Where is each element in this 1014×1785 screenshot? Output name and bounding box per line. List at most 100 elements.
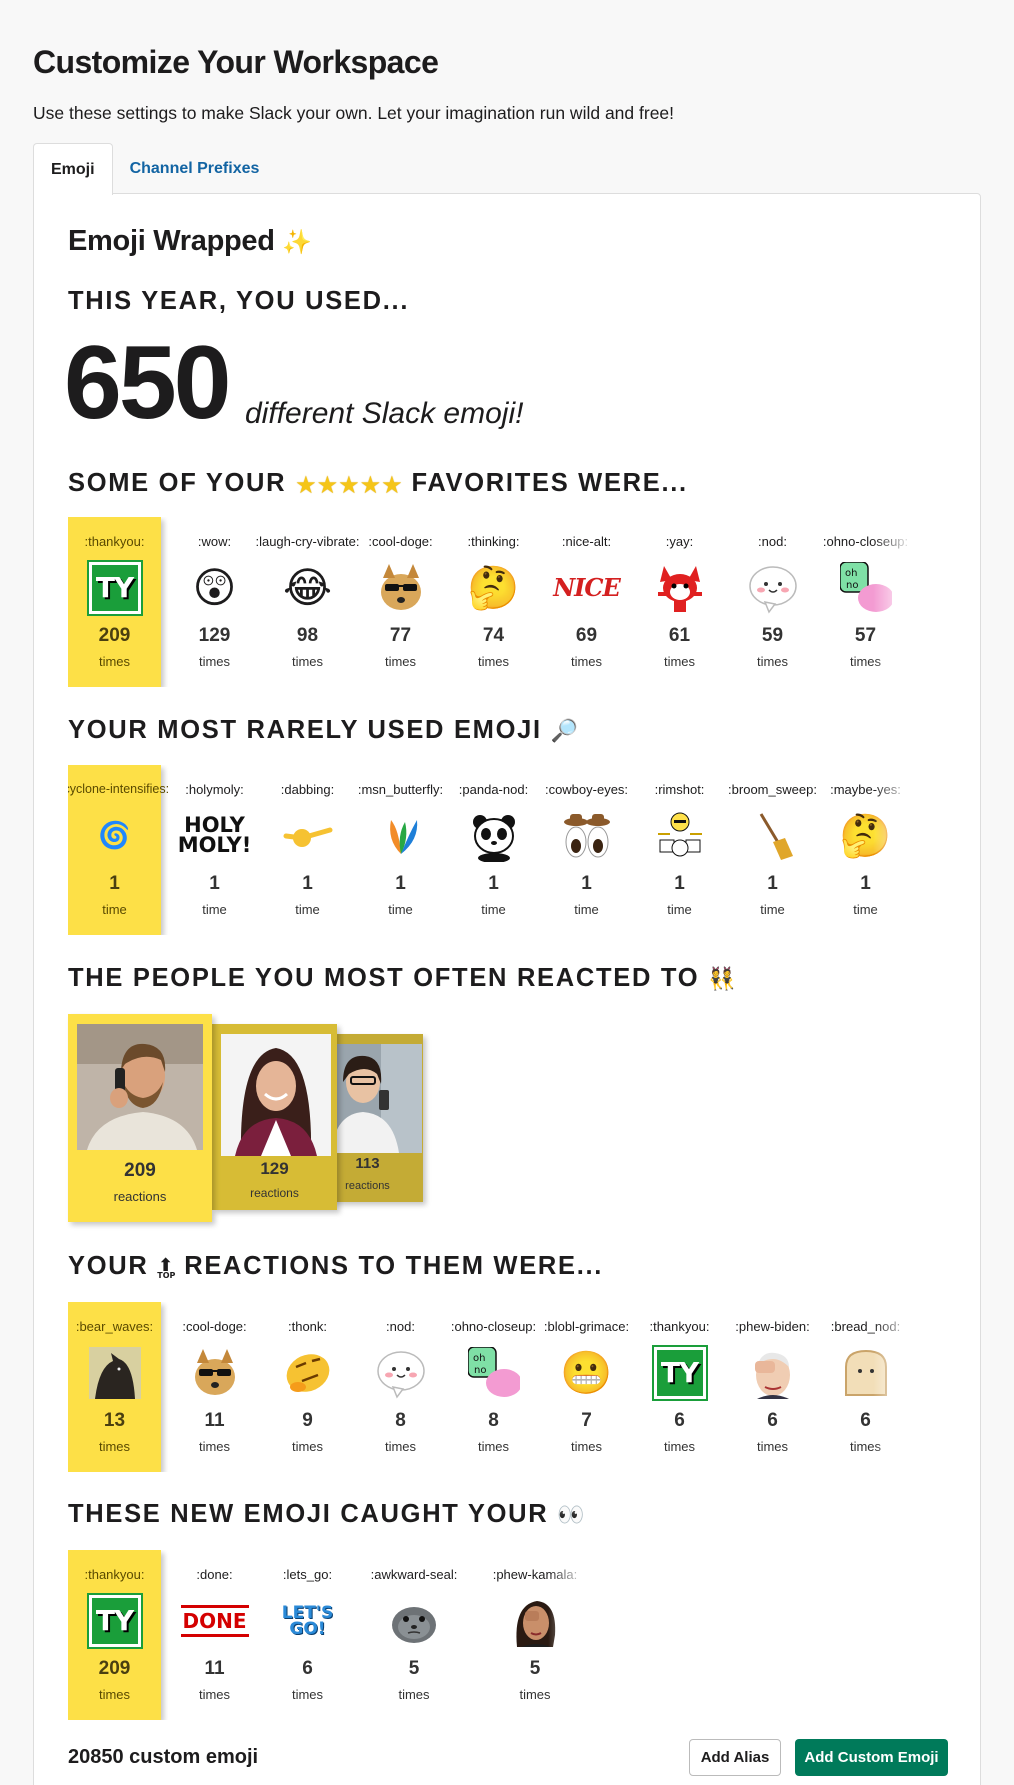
- person-card-1[interactable]: 209 reactions: [68, 1014, 212, 1222]
- emoji-unit: times: [291, 1687, 324, 1702]
- emoji-count: 129: [198, 625, 231, 646]
- new-emoji-card-awkward-seal[interactable]: :awkward-seal: 5 times: [354, 1550, 474, 1720]
- favorites-heading-after: FAVORITES WERE...: [411, 469, 688, 497]
- favorite-card-laugh-cry-vibrate[interactable]: :laugh-cry-vibrate: 😂 98 times: [255, 517, 359, 687]
- emoji-name: :cyclone-intensifies:: [68, 782, 170, 796]
- drummer-icon: [653, 809, 707, 863]
- ohno-closeup-icon: oh no: [839, 561, 893, 615]
- emoji-unit: times: [756, 1439, 789, 1454]
- favorite-card-wow[interactable]: :wow: 😲 129 times: [168, 517, 261, 687]
- emoji-unit: times: [198, 1687, 231, 1702]
- add-custom-emoji-button[interactable]: Add Custom Emoji: [795, 1739, 948, 1776]
- rare-card-broom-sweep[interactable]: :broom_sweep: 1 time: [726, 765, 819, 935]
- rare-card-msn-butterfly[interactable]: :msn_butterfly: 1 time: [354, 765, 447, 935]
- emoji-name: :ohno-closeup:: [822, 534, 909, 549]
- thonk-face-icon: [281, 1346, 335, 1400]
- used-heading: THIS YEAR, YOU USED...: [68, 287, 410, 315]
- emoji-count: 209: [98, 1658, 131, 1679]
- emoji-unit: time: [388, 902, 413, 917]
- emoji-count: 6: [860, 1410, 871, 1431]
- favorites-row: :thankyou: TY 209 times :wow: 😲 129 time…: [68, 517, 913, 687]
- emoji-unit: time: [102, 902, 127, 917]
- dabbing-face-icon: [281, 809, 335, 863]
- add-alias-button[interactable]: Add Alias: [689, 1739, 781, 1776]
- reaction-card-thankyou[interactable]: :thankyou: TY 6 times: [633, 1302, 726, 1472]
- emoji-count: 5: [529, 1658, 541, 1679]
- tab-emoji[interactable]: Emoji: [33, 143, 113, 195]
- emoji-unit: times: [477, 654, 510, 669]
- emoji-unit: times: [519, 1687, 551, 1702]
- favorite-card-thinking[interactable]: :thinking: 🤔 74 times: [447, 517, 540, 687]
- emoji-unit: times: [663, 654, 696, 669]
- emoji-count: 1: [109, 873, 120, 894]
- new-emoji-card-lets-go[interactable]: :lets_go: LET'S GO! 6 times: [261, 1550, 354, 1720]
- emoji-count: 69: [575, 625, 598, 646]
- rare-card-maybe-yes[interactable]: :maybe-yes: 🤔 1 time: [819, 765, 912, 935]
- bread-icon: [839, 1346, 893, 1400]
- new-emoji-card-done[interactable]: :done: DONE 11 times: [168, 1550, 261, 1720]
- emoji-count: 8: [488, 1410, 499, 1431]
- used-count: 650: [64, 325, 232, 441]
- new-emoji-row: :thankyou: TY 209 times :done: DONE 11 t…: [68, 1550, 588, 1720]
- reactions-row: :bear_waves: 13 times :cool-doge: 11 tim…: [68, 1302, 913, 1472]
- new-emoji-card-phew-kamala[interactable]: :phew-kamala: 5 times: [484, 1550, 586, 1720]
- emoji-name: :phew-kamala:: [492, 1567, 578, 1582]
- favorite-card-nice-alt[interactable]: :nice-alt: NICE 69 times: [540, 517, 633, 687]
- favorite-card-thankyou[interactable]: :thankyou: TY 209 times: [68, 517, 161, 687]
- emoji-count: 5: [408, 1658, 420, 1679]
- reaction-card-nod[interactable]: :nod: 8 times: [354, 1302, 447, 1472]
- holy-moly-text: HOLY MOLY!: [177, 813, 252, 857]
- awkward-seal-icon: [387, 1594, 441, 1648]
- emoji-unit: times: [198, 654, 231, 669]
- reaction-card-thonk[interactable]: :thonk: 9 times: [261, 1302, 354, 1472]
- reaction-card-blobl-grimace[interactable]: :blobl-grimace: 😬 7 times: [540, 1302, 633, 1472]
- new-emoji-card-thankyou[interactable]: :thankyou: TY 209 times: [68, 1550, 161, 1720]
- astonished-face-icon: 😲: [192, 563, 237, 612]
- page-subtitle: Use these settings to make Slack your ow…: [33, 103, 675, 123]
- rare-card-panda-nod[interactable]: :panda-nod: 1 time: [447, 765, 540, 935]
- reaction-card-cool-doge[interactable]: :cool-doge: 11 times: [168, 1302, 261, 1472]
- rare-card-dabbing[interactable]: :dabbing: 1 time: [261, 765, 354, 935]
- reactions-heading: YOUR ⬆ TOP REACTIONS TO THEM WERE...: [68, 1252, 603, 1281]
- emoji-unit: time: [853, 902, 878, 917]
- eyes-icon: 👀: [557, 1503, 587, 1528]
- rare-card-cowboy-eyes[interactable]: :cowboy-eyes: 1 time: [540, 765, 633, 935]
- five-stars-icon: ★★★★★: [295, 471, 403, 499]
- reaction-card-bread-nod[interactable]: :bread_nod: 6 times: [819, 1302, 912, 1472]
- person-count: 129: [260, 1159, 289, 1178]
- phew-biden-icon: [746, 1346, 800, 1400]
- emoji-unit: times: [98, 654, 131, 669]
- laughing-crying-face-icon: 😂: [282, 563, 333, 612]
- lets-go-text-icon: LET'S GO!: [281, 1594, 335, 1648]
- favorite-card-ohno-closeup[interactable]: :ohno-closeup: oh no 57 times: [819, 517, 912, 687]
- rare-card-holymoly[interactable]: :holymoly: HOLY MOLY! 1 time: [168, 765, 261, 935]
- yay-fox-icon: [653, 561, 707, 615]
- person-card-2[interactable]: 129 reactions: [212, 1024, 337, 1210]
- party-thinking-face-icon: 🤔: [839, 811, 892, 860]
- emoji-count: 1: [302, 873, 313, 894]
- rare-card-cyclone-intensifies[interactable]: :cyclone-intensifies: 🌀 1 time: [68, 765, 169, 935]
- thinking-face-icon: 🤔: [467, 563, 520, 612]
- emoji-count: 1: [860, 873, 871, 894]
- emoji-unit: time: [295, 902, 320, 917]
- custom-emoji-count: 20850 custom emoji: [68, 1746, 259, 1768]
- rare-card-rimshot[interactable]: :rimshot: 1 time: [633, 765, 726, 935]
- favorite-card-yay[interactable]: :yay: 61 times: [633, 517, 726, 687]
- done-text-icon: DONE: [180, 1594, 249, 1648]
- tab-channel-prefixes[interactable]: Channel Prefixes: [113, 143, 277, 194]
- reaction-card-ohno-closeup[interactable]: :ohno-closeup: oh no 8 times: [447, 1302, 540, 1472]
- svg-text:oh: oh: [473, 1353, 485, 1364]
- people-heading-text: THE PEOPLE YOU MOST OFTEN REACTED TO: [68, 964, 700, 992]
- favorite-card-nod[interactable]: :nod: 59 times: [726, 517, 819, 687]
- emoji-count: 9: [302, 1410, 313, 1431]
- bear-waves-icon: [88, 1346, 142, 1400]
- favorite-card-cool-doge[interactable]: :cool-doge: 77 times: [354, 517, 447, 687]
- emoji-unit: time: [574, 902, 599, 917]
- emoji-count: 1: [581, 873, 592, 894]
- emoji-count: 59: [761, 625, 784, 646]
- emoji-unit: time: [667, 902, 692, 917]
- emoji-name: :awkward-seal:: [370, 1567, 458, 1582]
- reaction-card-bear-waves[interactable]: :bear_waves: 13 times: [68, 1302, 161, 1472]
- reaction-card-phew-biden[interactable]: :phew-biden: 6 times: [726, 1302, 819, 1472]
- emoji-count: 98: [296, 625, 319, 646]
